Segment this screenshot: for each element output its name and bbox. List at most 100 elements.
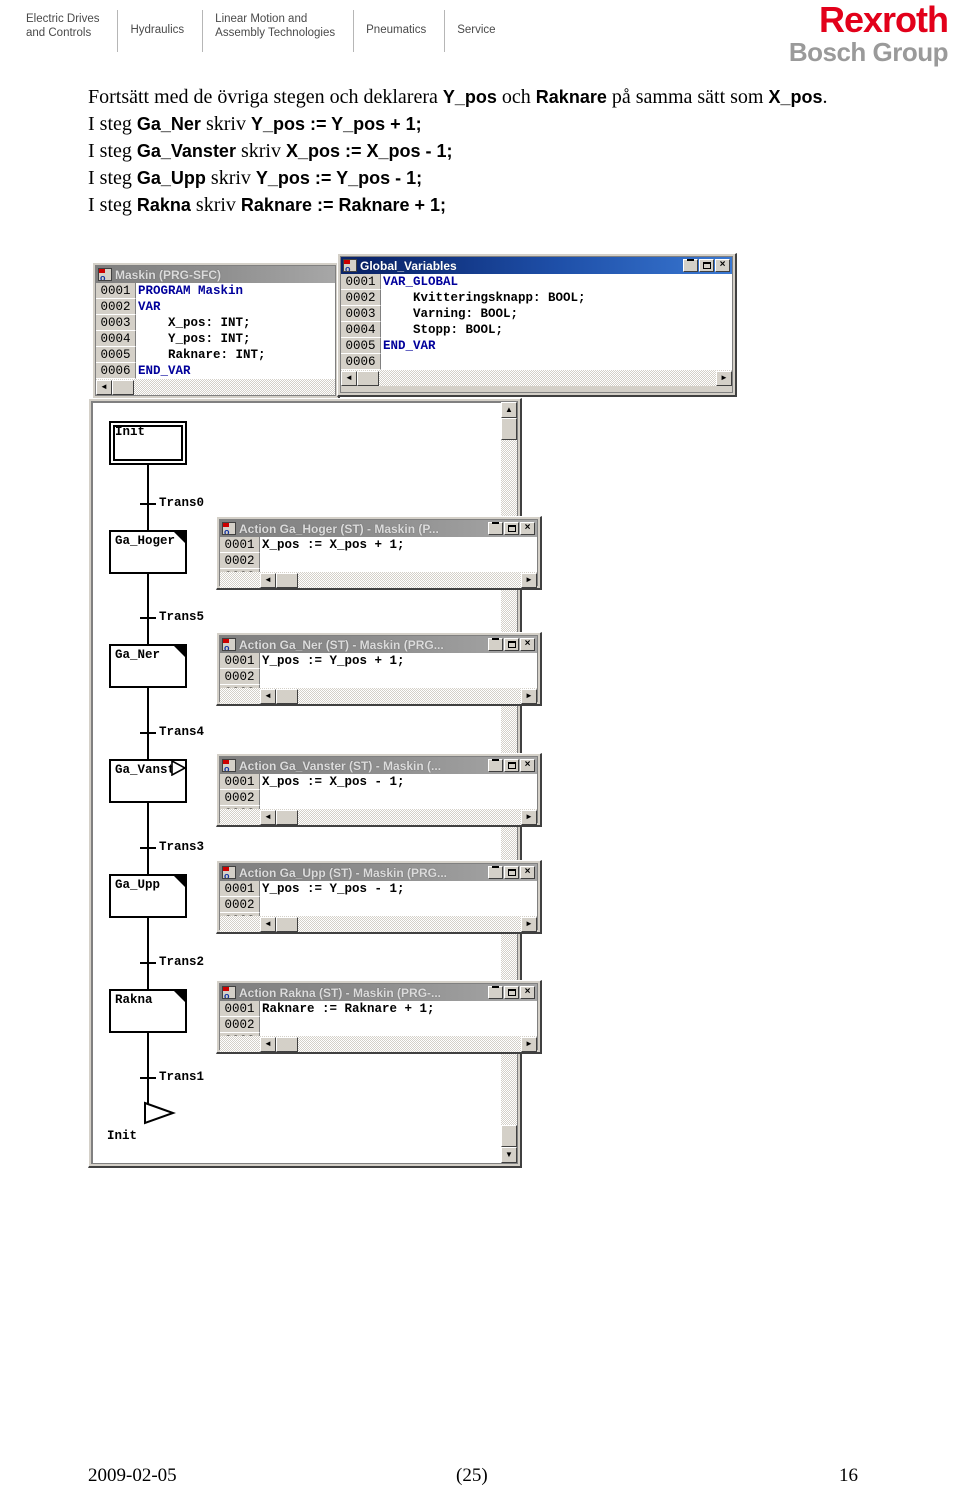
sfc-transition-trans4[interactable]: Trans4: [159, 725, 204, 739]
sfc-step-rakna[interactable]: Rakna: [109, 989, 187, 1033]
titlebar-maskin[interactable]: Maskin (PRG-SFC): [96, 266, 335, 283]
line-code: Raknare := Raknare + 1;: [240, 195, 447, 215]
window-maskin[interactable]: Maskin (PRG-SFC) 0001 0002 0003 0004 000…: [92, 262, 340, 400]
minimize-button[interactable]: [488, 866, 503, 879]
code-editor-action[interactable]: 0001 0002 0003 Raknare := Raknare + 1;: [220, 1001, 537, 1049]
action-marker-icon: [174, 532, 185, 543]
scroll-down-icon[interactable]: ▼: [501, 1147, 517, 1163]
window-action-ga-ner[interactable]: Action Ga_Ner (ST) - Maskin (PRG... × 00…: [216, 632, 542, 706]
maximize-button[interactable]: [504, 638, 519, 651]
titlebar-action-rakna[interactable]: Action Rakna (ST) - Maskin (PRG-... ×: [220, 984, 537, 1001]
code-lines[interactable]: X_pos := X_pos + 1;: [260, 537, 537, 572]
scroll-left-icon[interactable]: ◄: [260, 1036, 276, 1052]
maximize-button[interactable]: [699, 259, 714, 272]
close-button[interactable]: ×: [520, 522, 535, 535]
window-action-ga-upp[interactable]: Action Ga_Upp (ST) - Maskin (PRG... × 00…: [216, 860, 542, 934]
code-lines[interactable]: Y_pos := Y_pos + 1;: [260, 653, 537, 688]
minimize-button[interactable]: [488, 522, 503, 535]
action-window-inner: Action Rakna (ST) - Maskin (PRG-... × 00…: [219, 983, 538, 1052]
maximize-button[interactable]: [504, 759, 519, 772]
horizontal-scrollbar-maskin[interactable]: ◄: [96, 379, 335, 395]
scrollbar-thumb[interactable]: [276, 916, 298, 932]
scroll-up-icon[interactable]: ▲: [501, 402, 517, 418]
scroll-right-icon[interactable]: ►: [716, 370, 732, 386]
scroll-left-icon[interactable]: ◄: [341, 370, 357, 386]
scroll-left-icon[interactable]: ◄: [260, 688, 276, 704]
sfc-step-ga-vanster[interactable]: Ga_Vanst: [109, 759, 187, 803]
maximize-button[interactable]: [504, 986, 519, 999]
window-action-ga-hoger[interactable]: Action Ga_Hoger (ST) - Maskin (P... × 00…: [216, 516, 542, 590]
horizontal-scrollbar-action[interactable]: ◄ ►: [220, 572, 537, 588]
sfc-jump-arrow-icon[interactable]: [143, 1101, 177, 1125]
maximize-button[interactable]: [504, 522, 519, 535]
sfc-transition-trans5[interactable]: Trans5: [159, 610, 204, 624]
close-button[interactable]: ×: [520, 759, 535, 772]
minimize-button[interactable]: [488, 986, 503, 999]
program-icon: [98, 268, 112, 281]
horizontal-scrollbar-action[interactable]: ◄ ►: [220, 688, 537, 704]
maximize-button[interactable]: [504, 866, 519, 879]
scroll-right-icon[interactable]: ►: [521, 572, 537, 588]
window-global-variables[interactable]: Global_Variables × 0001 0002 0003 0004 0…: [337, 253, 737, 397]
minimize-button[interactable]: [488, 638, 503, 651]
sfc-step-ga-ner[interactable]: Ga_Ner: [109, 644, 187, 688]
scrollbar-thumb[interactable]: [276, 688, 298, 704]
horizontal-scrollbar-action[interactable]: ◄ ►: [220, 916, 537, 932]
titlebar-global-variables[interactable]: Global_Variables ×: [341, 257, 732, 274]
scroll-right-icon[interactable]: ►: [521, 1036, 537, 1052]
code-editor-action[interactable]: 0001 0002 0003 X_pos := X_pos + 1;: [220, 537, 537, 585]
sfc-step-ga-upp[interactable]: Ga_Upp: [109, 874, 187, 918]
sfc-step-ga-hoger[interactable]: Ga_Hoger: [109, 530, 187, 574]
sfc-jump-target-label[interactable]: Init: [107, 1129, 137, 1143]
scrollbar-track[interactable]: [341, 370, 732, 386]
scroll-left-icon[interactable]: ◄: [260, 809, 276, 825]
scroll-left-icon[interactable]: ◄: [260, 916, 276, 932]
code-lines[interactable]: Y_pos := Y_pos - 1;: [260, 881, 537, 916]
scroll-right-icon[interactable]: ►: [521, 688, 537, 704]
code-editor-globals[interactable]: 0001 0002 0003 0004 0005 0006 VAR_GLOBAL…: [341, 274, 732, 370]
sfc-transition-trans3[interactable]: Trans3: [159, 840, 204, 854]
titlebar-action-ga-upp[interactable]: Action Ga_Upp (ST) - Maskin (PRG... ×: [220, 864, 537, 881]
scroll-right-icon[interactable]: ►: [521, 809, 537, 825]
window-action-rakna[interactable]: Action Rakna (ST) - Maskin (PRG-... × 00…: [216, 980, 542, 1054]
code-line: VAR: [138, 300, 161, 314]
sfc-step-init[interactable]: Init: [109, 421, 187, 465]
code-lines[interactable]: X_pos := X_pos - 1;: [260, 774, 537, 809]
code-editor-maskin[interactable]: 0001 0002 0003 0004 0005 0006 PROGRAM Ma…: [96, 283, 335, 379]
code-lines[interactable]: VAR_GLOBAL Kvitteringsknapp: BOOL; Varni…: [381, 274, 732, 370]
minimize-button[interactable]: [683, 259, 698, 272]
line-code: Y_pos := Y_pos - 1;: [255, 168, 423, 188]
scroll-right-icon[interactable]: ►: [521, 916, 537, 932]
line-number: 0002: [220, 553, 260, 569]
code-lines[interactable]: PROGRAM Maskin VAR X_pos: INT; Y_pos: IN…: [136, 283, 335, 379]
scroll-left-icon[interactable]: ◄: [260, 572, 276, 588]
scrollbar-thumb[interactable]: [112, 379, 134, 395]
horizontal-scrollbar-action[interactable]: ◄ ►: [220, 1036, 537, 1052]
code-editor-action[interactable]: 0001 0002 0003 Y_pos := Y_pos + 1;: [220, 653, 537, 701]
window-action-ga-vanster[interactable]: Action Ga_Vanster (ST) - Maskin (... × 0…: [216, 753, 542, 827]
titlebar-action-ga-vanster[interactable]: Action Ga_Vanster (ST) - Maskin (... ×: [220, 757, 537, 774]
scrollbar-thumb[interactable]: [276, 809, 298, 825]
scrollbar-thumb[interactable]: [276, 1036, 298, 1052]
code-editor-action[interactable]: 0001 0002 0003 Y_pos := Y_pos - 1;: [220, 881, 537, 929]
scrollbar-thumb-top[interactable]: [501, 418, 517, 440]
sfc-transition-trans1[interactable]: Trans1: [159, 1070, 204, 1084]
horizontal-scrollbar-globals[interactable]: ◄ ►: [341, 370, 732, 386]
scrollbar-thumb-bottom[interactable]: [501, 1125, 517, 1147]
close-button[interactable]: ×: [520, 866, 535, 879]
titlebar-action-ga-hoger[interactable]: Action Ga_Hoger (ST) - Maskin (P... ×: [220, 520, 537, 537]
sfc-transition-trans2[interactable]: Trans2: [159, 955, 204, 969]
action-marker-icon: [174, 646, 185, 657]
close-button[interactable]: ×: [520, 986, 535, 999]
code-editor-action[interactable]: 0001 0002 0003 X_pos := X_pos - 1;: [220, 774, 537, 822]
code-lines[interactable]: Raknare := Raknare + 1;: [260, 1001, 537, 1036]
scrollbar-thumb[interactable]: [276, 572, 298, 588]
titlebar-action-ga-ner[interactable]: Action Ga_Ner (ST) - Maskin (PRG... ×: [220, 636, 537, 653]
scrollbar-thumb[interactable]: [357, 370, 379, 386]
close-button[interactable]: ×: [715, 259, 730, 272]
sfc-transition-trans0[interactable]: Trans0: [159, 496, 204, 510]
horizontal-scrollbar-action[interactable]: ◄ ►: [220, 809, 537, 825]
close-button[interactable]: ×: [520, 638, 535, 651]
scroll-left-icon[interactable]: ◄: [96, 379, 112, 395]
minimize-button[interactable]: [488, 759, 503, 772]
